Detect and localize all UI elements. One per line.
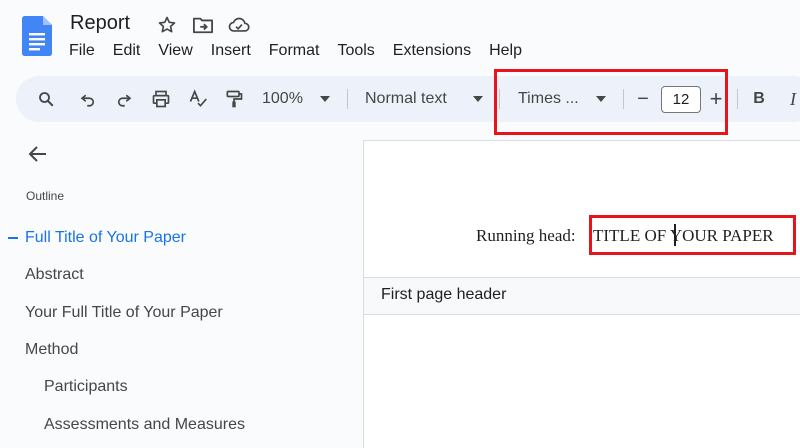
zoom-value[interactable]: 100%: [262, 76, 310, 122]
bold-button[interactable]: B: [750, 76, 768, 122]
cloud-saved-icon[interactable]: [228, 14, 250, 36]
menu-view[interactable]: View: [158, 42, 201, 60]
active-indicator: [8, 237, 18, 239]
star-icon[interactable]: [156, 14, 178, 36]
menu-bar: File Edit View Insert Format Tools Exten…: [69, 42, 540, 60]
redo-icon[interactable]: [112, 76, 136, 122]
toolbar-divider: [347, 89, 348, 109]
zoom-dropdown-icon[interactable]: [318, 76, 332, 122]
outline-item-your-full-title[interactable]: Your Full Title of Your Paper: [25, 304, 223, 322]
spelling-check-icon[interactable]: [186, 76, 210, 122]
paragraph-style-value[interactable]: Normal text: [365, 76, 465, 122]
font-highlight-box: [494, 69, 728, 135]
document-title[interactable]: Report: [70, 12, 130, 35]
move-folder-icon[interactable]: [192, 14, 214, 36]
search-menus-icon[interactable]: [34, 76, 58, 122]
italic-button[interactable]: I: [786, 76, 800, 122]
menu-format[interactable]: Format: [269, 42, 329, 60]
undo-icon[interactable]: [76, 76, 100, 122]
menu-insert[interactable]: Insert: [211, 42, 260, 60]
print-icon[interactable]: [148, 76, 174, 122]
menu-tools[interactable]: Tools: [337, 42, 383, 60]
outline-item-participants[interactable]: Participants: [44, 378, 128, 396]
outline-item-abstract[interactable]: Abstract: [25, 266, 84, 284]
first-page-header-label[interactable]: First page header: [381, 286, 506, 304]
menu-file[interactable]: File: [69, 42, 104, 60]
title-highlight-box: [589, 215, 796, 255]
menu-extensions[interactable]: Extensions: [393, 42, 480, 60]
outline-item-assessments[interactable]: Assessments and Measures: [44, 416, 245, 434]
back-arrow-icon[interactable]: [26, 142, 50, 166]
outline-heading: Outline: [26, 189, 65, 203]
docs-logo-icon[interactable]: [22, 16, 52, 56]
menu-help[interactable]: Help: [489, 42, 531, 60]
style-dropdown-icon[interactable]: [471, 76, 485, 122]
toolbar-divider: [737, 89, 738, 109]
menu-edit[interactable]: Edit: [113, 42, 150, 60]
paint-format-icon[interactable]: [222, 76, 246, 122]
running-head-label[interactable]: Running head:: [476, 226, 576, 246]
outline-item-method[interactable]: Method: [25, 341, 78, 359]
outline-item-full-title[interactable]: Full Title of Your Paper: [25, 229, 186, 247]
